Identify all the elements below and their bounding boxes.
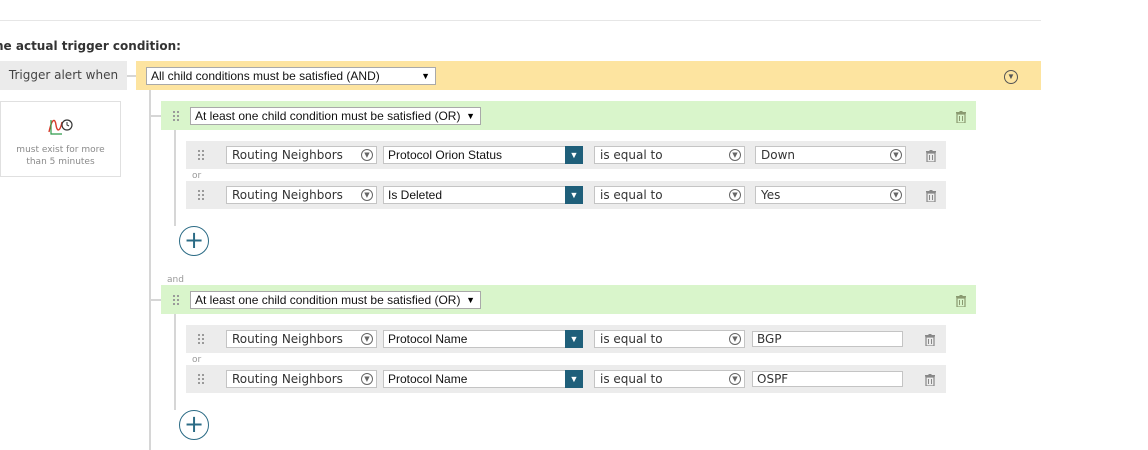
and-condition-select[interactable]: All child conditions must be satisfied (… <box>146 67 436 85</box>
object-select-value: Routing Neighbors <box>232 148 343 162</box>
operator-select-value: is equal to <box>600 332 663 346</box>
or-condition-select[interactable]: At least one child condition must be sat… <box>190 107 481 125</box>
tree-connector <box>174 314 176 410</box>
trash-icon[interactable] <box>925 333 935 347</box>
object-select-value: Routing Neighbors <box>232 332 343 346</box>
trash-icon[interactable] <box>956 294 966 308</box>
or-condition-bar: At least one child condition must be sat… <box>161 101 976 130</box>
operator-select[interactable]: is equal to ▼ <box>594 330 745 348</box>
field-picker-button[interactable]: ▼ <box>565 186 583 204</box>
tree-connector <box>149 90 151 450</box>
value-input[interactable]: BGP <box>752 331 903 347</box>
chevron-down-icon: ▼ <box>361 373 373 385</box>
condition-row: Routing Neighbors ▼ Protocol Name ▼ is e… <box>186 325 946 353</box>
chevron-down-icon: ▼ <box>729 373 741 385</box>
field-picker[interactable]: Protocol Name ▼ <box>383 330 583 348</box>
or-condition-bar: At least one child condition must be sat… <box>161 285 976 314</box>
drag-handle-icon[interactable] <box>173 295 179 305</box>
time-condition-text-line1: must exist for more <box>16 145 105 155</box>
caret-down-icon: ▼ <box>466 111 475 121</box>
trash-icon[interactable] <box>956 110 966 124</box>
operator-select[interactable]: is equal to ▼ <box>594 146 745 164</box>
field-picker-value: Protocol Name <box>388 332 468 346</box>
field-picker[interactable]: Protocol Name ▼ <box>383 370 583 388</box>
drag-handle-icon[interactable] <box>198 374 204 384</box>
or-condition-select[interactable]: At least one child condition must be sat… <box>190 291 481 309</box>
value-select[interactable]: Down ▼ <box>755 146 906 164</box>
chevron-down-icon: ▼ <box>361 149 373 161</box>
tree-connector <box>174 130 176 226</box>
operator-select-value: is equal to <box>600 372 663 386</box>
drag-handle-icon[interactable] <box>173 111 179 121</box>
tree-connector <box>127 75 136 77</box>
or-condition-select-value: At least one child condition must be sat… <box>195 109 461 123</box>
time-condition-text: must exist for more than 5 minutes <box>1 144 120 168</box>
field-picker-value: Protocol Orion Status <box>388 148 503 162</box>
add-condition-button[interactable]: + <box>179 410 209 440</box>
add-condition-button[interactable]: + <box>179 226 209 256</box>
drag-handle-icon[interactable] <box>198 190 204 200</box>
operator-select[interactable]: is equal to ▼ <box>594 186 745 204</box>
field-picker-button[interactable]: ▼ <box>565 370 583 388</box>
drag-handle-icon[interactable] <box>198 334 204 344</box>
value-select-value: Yes <box>761 188 781 202</box>
operator-select-value: is equal to <box>600 148 663 162</box>
tree-connector <box>149 115 161 117</box>
chevron-down-icon: ▼ <box>729 149 741 161</box>
object-select[interactable]: Routing Neighbors ▼ <box>226 146 377 164</box>
chevron-down-icon: ▼ <box>729 189 741 201</box>
and-condition-select-value: All child conditions must be satisfied (… <box>151 69 380 83</box>
condition-row: Routing Neighbors ▼ Protocol Orion Statu… <box>186 141 946 169</box>
field-picker-value: Is Deleted <box>388 188 443 202</box>
chevron-down-icon: ▼ <box>890 149 902 161</box>
value-select[interactable]: Yes ▼ <box>755 186 906 204</box>
and-condition-bar: All child conditions must be satisfied (… <box>136 61 1041 90</box>
object-select[interactable]: Routing Neighbors ▼ <box>226 186 377 204</box>
time-condition-text-line2: than 5 minutes <box>26 157 95 167</box>
section-title: he actual trigger condition: <box>0 39 181 53</box>
field-picker-value: Protocol Name <box>388 372 468 386</box>
field-picker-button[interactable]: ▼ <box>565 330 583 348</box>
field-picker[interactable]: Is Deleted ▼ <box>383 186 583 204</box>
field-picker-button[interactable]: ▼ <box>565 146 583 164</box>
or-join-label: or <box>192 171 202 181</box>
time-condition-box[interactable]: must exist for more than 5 minutes <box>0 101 121 177</box>
or-condition-select-value: At least one child condition must be sat… <box>195 293 461 307</box>
object-select[interactable]: Routing Neighbors ▼ <box>226 370 377 388</box>
tree-connector <box>149 299 161 301</box>
chevron-down-icon: ▼ <box>890 189 902 201</box>
chevron-down-icon: ▼ <box>729 333 741 345</box>
value-select-value: Down <box>761 148 796 162</box>
time-condition-icon <box>48 116 74 141</box>
condition-row: Routing Neighbors ▼ Is Deleted ▼ is equa… <box>186 181 946 209</box>
chevron-down-icon: ▼ <box>361 189 373 201</box>
trash-icon[interactable] <box>926 149 936 163</box>
chevron-down-icon: ▼ <box>361 333 373 345</box>
object-select[interactable]: Routing Neighbors ▼ <box>226 330 377 348</box>
collapse-icon[interactable]: ▼ <box>1004 70 1018 84</box>
and-join-label: and <box>167 275 184 285</box>
operator-select[interactable]: is equal to ▼ <box>594 370 745 388</box>
or-join-label: or <box>192 355 202 365</box>
top-divider <box>0 20 1041 21</box>
trash-icon[interactable] <box>926 189 936 203</box>
caret-down-icon: ▼ <box>466 295 475 305</box>
caret-down-icon: ▼ <box>421 71 430 81</box>
object-select-value: Routing Neighbors <box>232 188 343 202</box>
trash-icon[interactable] <box>925 373 935 387</box>
condition-row: Routing Neighbors ▼ Protocol Name ▼ is e… <box>186 365 946 393</box>
operator-select-value: is equal to <box>600 188 663 202</box>
field-picker[interactable]: Protocol Orion Status ▼ <box>383 146 583 164</box>
drag-handle-icon[interactable] <box>198 150 204 160</box>
value-input[interactable]: OSPF <box>752 371 903 387</box>
trigger-alert-label: Trigger alert when <box>0 61 127 90</box>
object-select-value: Routing Neighbors <box>232 372 343 386</box>
